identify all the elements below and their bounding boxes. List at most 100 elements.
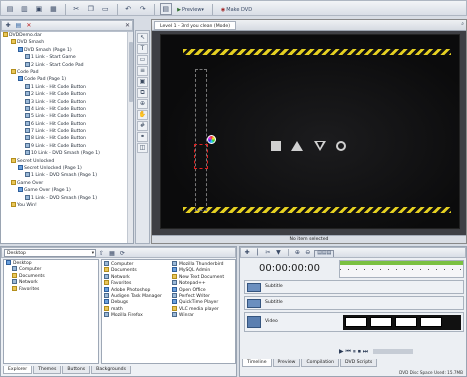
canvas-tab[interactable]: Level 1 - 3rd you clean (Mode) <box>154 21 237 30</box>
tree-item[interactable]: 3 Link - Hit Code Button <box>1 98 133 106</box>
trim-icon[interactable]: ✂ <box>264 249 272 257</box>
tree-item[interactable]: 1 Link - DVD Smash (Page 1) <box>1 194 133 202</box>
subtitle-track[interactable]: Subtitle <box>244 280 464 294</box>
triangle-shape-icon[interactable] <box>291 141 304 151</box>
add-icon[interactable]: ✚ <box>4 22 12 30</box>
tab-buttons[interactable]: Buttons <box>62 366 91 374</box>
view-icon[interactable]: ▦ <box>108 250 116 258</box>
video-track[interactable]: Video <box>244 312 464 332</box>
paste-icon[interactable]: ▭ <box>99 3 111 15</box>
square-shape-icon[interactable] <box>271 141 281 151</box>
open-icon[interactable]: ▥ <box>18 3 30 15</box>
tab-backgrounds[interactable]: Backgrounds <box>91 366 131 374</box>
menu-editor-icon[interactable]: ▤ <box>159 3 172 15</box>
tree-item[interactable]: 10 Link - DVD Smash (Page 1) <box>1 150 133 157</box>
zoom-in-icon[interactable]: ⊕ <box>293 249 301 257</box>
zoom-out-icon[interactable]: ⊖ <box>304 249 312 257</box>
color-wheel-icon[interactable] <box>207 135 216 144</box>
timeline-ruler[interactable] <box>339 260 464 278</box>
zoom-tool-icon[interactable]: ⊕ <box>137 99 148 109</box>
canvas-tabbar: Level 1 - 3rd you clean (Mode) ⌕ <box>152 20 466 31</box>
marker-icon[interactable]: ▼ <box>274 249 282 257</box>
video-clip[interactable] <box>343 315 461 330</box>
align-tool-icon[interactable]: ≡ <box>137 66 148 76</box>
rectangle-tool-icon[interactable]: ▭ <box>137 55 148 65</box>
tree-item[interactable]: Game Over (Page 1) <box>1 187 133 194</box>
redo-icon[interactable]: ↷ <box>137 3 149 15</box>
arrange-tool-icon[interactable]: ⧉ <box>137 88 148 98</box>
text-tool-icon[interactable]: T <box>137 44 148 54</box>
link-tool-icon[interactable]: ⚭ <box>137 132 148 142</box>
tree-item[interactable]: Code Pad (Page 1) <box>1 76 133 83</box>
select-tool-icon[interactable]: ↖ <box>137 33 148 43</box>
up-folder-icon[interactable]: ⇧ <box>97 250 105 258</box>
delete-icon[interactable]: ✕ <box>25 22 33 30</box>
tree-item[interactable]: Game Over <box>1 179 133 187</box>
next-icon[interactable]: ⏭ <box>363 348 368 355</box>
copy-icon[interactable]: ❐ <box>85 3 97 15</box>
tree-item[interactable]: 4 Link - Hit Code Button <box>1 105 133 113</box>
circle-shape-icon[interactable] <box>336 141 347 151</box>
tab-label: Timeline <box>247 360 267 365</box>
tree-item[interactable]: DVD Smash (Page 1) <box>1 46 133 54</box>
tab-themes[interactable]: Themes <box>33 366 62 374</box>
subtitle-track[interactable]: Subtitle <box>244 296 464 310</box>
previous-icon[interactable]: ⏮ <box>346 348 351 355</box>
tree-item[interactable]: 1 Link - DVD Smash (Page 1) <box>1 172 133 179</box>
play-icon[interactable]: ▶ <box>339 348 344 355</box>
tree-item[interactable]: 2 Link - Start Code Pad <box>1 61 133 69</box>
grid-tool-icon[interactable]: # <box>137 121 148 131</box>
tree-item[interactable]: You Win! <box>1 201 133 209</box>
tree-item[interactable]: 1 Link - Start Game <box>1 54 133 61</box>
timeline-range-bar[interactable] <box>340 261 463 265</box>
layer-tool-icon[interactable]: ◫ <box>137 143 148 153</box>
folder-item[interactable]: Favorites <box>4 285 98 292</box>
pause-icon[interactable]: ⏸ <box>353 348 356 355</box>
tree-item[interactable]: 5 Link - Hit Code Button <box>1 113 133 120</box>
tree-scrollbar[interactable] <box>127 32 133 243</box>
stop-icon[interactable]: ⏹ <box>358 348 361 355</box>
tab-compilation[interactable]: Compilation <box>301 359 340 367</box>
tab-preview[interactable]: Preview <box>272 359 301 367</box>
file-item[interactable]: Winrar <box>172 312 235 318</box>
inverted-triangle-shape-icon[interactable] <box>313 141 326 151</box>
tree-item[interactable]: 8 Link - Hit Code Button <box>1 135 133 142</box>
refresh-icon[interactable]: ⟳ <box>118 250 126 258</box>
tree-item[interactable]: Secret Unlocked <box>1 157 133 165</box>
search-icon[interactable]: ⌕ <box>461 21 464 27</box>
tree-item[interactable]: 1 Link - Hit Code Button <box>1 83 133 91</box>
scrub-slider[interactable] <box>373 349 414 354</box>
file-item[interactable]: Mozilla Firefox <box>104 312 170 318</box>
menu-stage[interactable] <box>160 34 460 229</box>
cut-icon[interactable]: ✂ <box>70 3 82 15</box>
tree-item[interactable]: Secret Unlocked (Page 1) <box>1 165 133 172</box>
preview-button[interactable]: ▶ Preview ▾ <box>174 4 207 16</box>
tree-root[interactable]: DVDDemo.dar <box>1 32 133 39</box>
hand-tool-icon[interactable]: ✋ <box>137 110 148 120</box>
menu-icon[interactable]: ▤ <box>14 22 22 30</box>
location-value: Desktop <box>7 251 26 256</box>
save-icon[interactable]: ▣ <box>33 3 45 15</box>
tab-timeline[interactable]: Timeline <box>242 359 272 367</box>
tree-item[interactable]: Code Pad <box>1 68 133 76</box>
print-icon[interactable]: ▦ <box>47 3 59 15</box>
location-dropdown[interactable]: Desktop ▾ <box>4 249 96 257</box>
new-project-icon[interactable]: ▤ <box>4 3 16 15</box>
make-dvd-button[interactable]: ◉ Make DVD <box>218 4 255 16</box>
tree-item[interactable]: 2 Link - Hit Code Button <box>1 91 133 98</box>
tree-scroll-thumb[interactable] <box>129 42 133 102</box>
add-track-icon[interactable]: ✚ <box>243 249 251 257</box>
tab-dvd-scripts[interactable]: DVD Scripts <box>340 359 378 367</box>
undo-icon[interactable]: ↶ <box>122 3 134 15</box>
tree-item[interactable]: DVD Smash <box>1 39 133 46</box>
split-icon[interactable]: ⎮ <box>253 249 261 257</box>
link-icon <box>25 150 30 156</box>
snap-toggle[interactable]: ▤▤▤ <box>314 249 335 257</box>
tree-item[interactable]: 9 Link - Hit Code Button <box>1 142 133 150</box>
tab-explorer[interactable]: Explorer <box>3 366 33 374</box>
group-tool-icon[interactable]: ▣ <box>137 77 148 87</box>
tree-item[interactable]: 7 Link - Hit Code Button <box>1 128 133 135</box>
tree-item[interactable]: 6 Link - Hit Code Button <box>1 120 133 128</box>
selected-button-box[interactable] <box>194 144 208 169</box>
panel-close-icon[interactable]: ✕ <box>125 22 130 29</box>
